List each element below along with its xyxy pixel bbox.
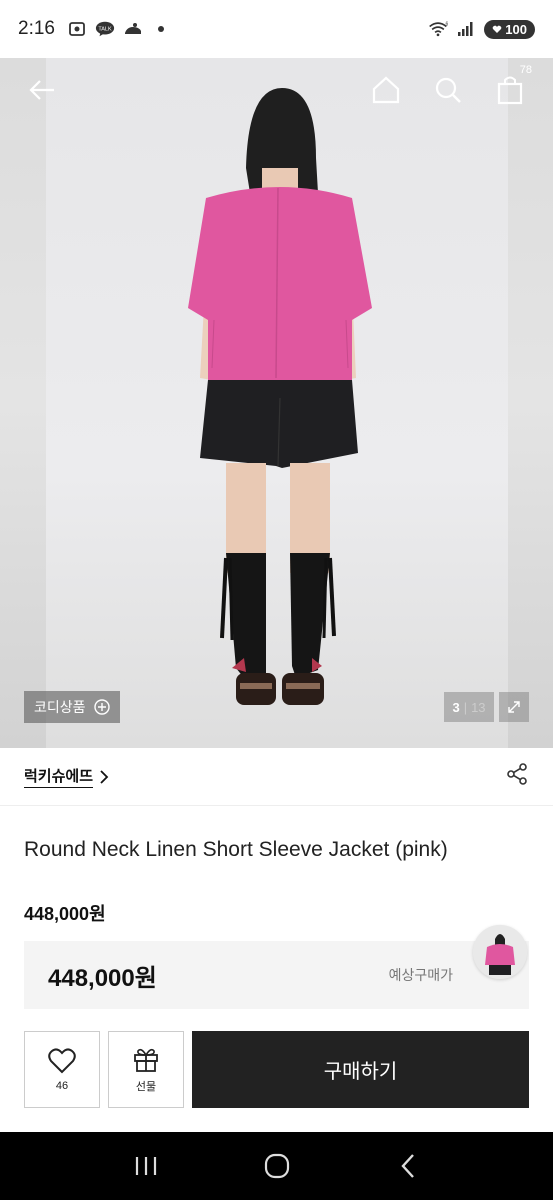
signal-icon (456, 20, 476, 38)
buy-button[interactable]: 구매하기 (192, 1031, 529, 1108)
expected-price-label: 예상구매가 (388, 967, 453, 983)
like-button[interactable]: 46 (24, 1031, 100, 1108)
expand-icon (508, 701, 520, 713)
home-icon (372, 76, 400, 104)
status-bar: 2:16 TALK 6 100 (0, 0, 553, 58)
system-back-button[interactable] (384, 1146, 432, 1186)
gift-button[interactable]: 선물 (108, 1031, 184, 1108)
recent-apps-button[interactable] (122, 1146, 170, 1186)
share-button[interactable] (505, 762, 529, 791)
screenshot-icon (67, 20, 87, 38)
cart-button[interactable] (490, 70, 530, 110)
gift-label: 선물 (135, 1080, 157, 1093)
product-photo (188, 88, 372, 705)
system-navigation-bar (0, 1132, 553, 1200)
image-counter: 3 | 13 (444, 692, 494, 722)
codi-products-button[interactable]: 코디상품 (24, 691, 120, 723)
product-image-gallery[interactable]: 78 코디상품 3 | 13 (0, 58, 553, 748)
expected-price-box: 448,000원 예상구매가 (24, 941, 529, 1009)
back-button[interactable] (22, 70, 62, 110)
share-icon (507, 763, 527, 785)
status-time: 2:16 (18, 18, 55, 39)
home-system-button[interactable] (253, 1146, 301, 1186)
app-notification-icon (123, 20, 143, 38)
recent-apps-icon (135, 1157, 156, 1175)
image-current: 3 (452, 699, 460, 715)
expand-image-button[interactable] (499, 692, 529, 722)
image-total: 13 (471, 699, 486, 715)
home-button[interactable] (366, 70, 406, 110)
search-icon (435, 77, 461, 103)
shopping-bag-icon (497, 76, 523, 105)
arrow-left-icon (29, 80, 54, 100)
battery-level: 100 (505, 21, 527, 37)
plus-circle-icon (93, 699, 110, 715)
search-button[interactable] (428, 70, 468, 110)
dot-icon (151, 20, 171, 38)
home-circle-icon (264, 1153, 289, 1179)
svg-text:TALK: TALK (98, 26, 112, 32)
wifi-icon: 6 (428, 20, 448, 38)
purchase-actions: 46 선물 구매하기 (24, 1031, 529, 1108)
cart-count-badge: 78 (519, 64, 532, 76)
product-thumbnail[interactable] (473, 925, 527, 979)
chevron-right-icon (100, 769, 109, 784)
brand-link[interactable]: 럭키슈에뜨 (24, 765, 94, 788)
codi-products-label: 코디상품 (34, 699, 86, 715)
chevron-left-icon (400, 1154, 414, 1178)
like-count: 46 (55, 1079, 69, 1092)
svg-text:6: 6 (446, 22, 449, 28)
product-price: 448,000원 (24, 904, 106, 924)
product-thumbnail-image (473, 925, 527, 979)
battery-indicator: 100 (484, 19, 535, 39)
brand-row: 럭키슈에뜨 (0, 748, 553, 806)
image-separator: | (463, 699, 468, 715)
kakaotalk-icon: TALK (95, 20, 115, 38)
heart-icon (48, 1047, 76, 1073)
product-title: Round Neck Linen Short Sleeve Jacket (pi… (24, 838, 448, 861)
gift-icon (134, 1048, 158, 1072)
expected-price-value: 448,000원 (48, 964, 157, 992)
heart-battery-icon (492, 25, 502, 33)
